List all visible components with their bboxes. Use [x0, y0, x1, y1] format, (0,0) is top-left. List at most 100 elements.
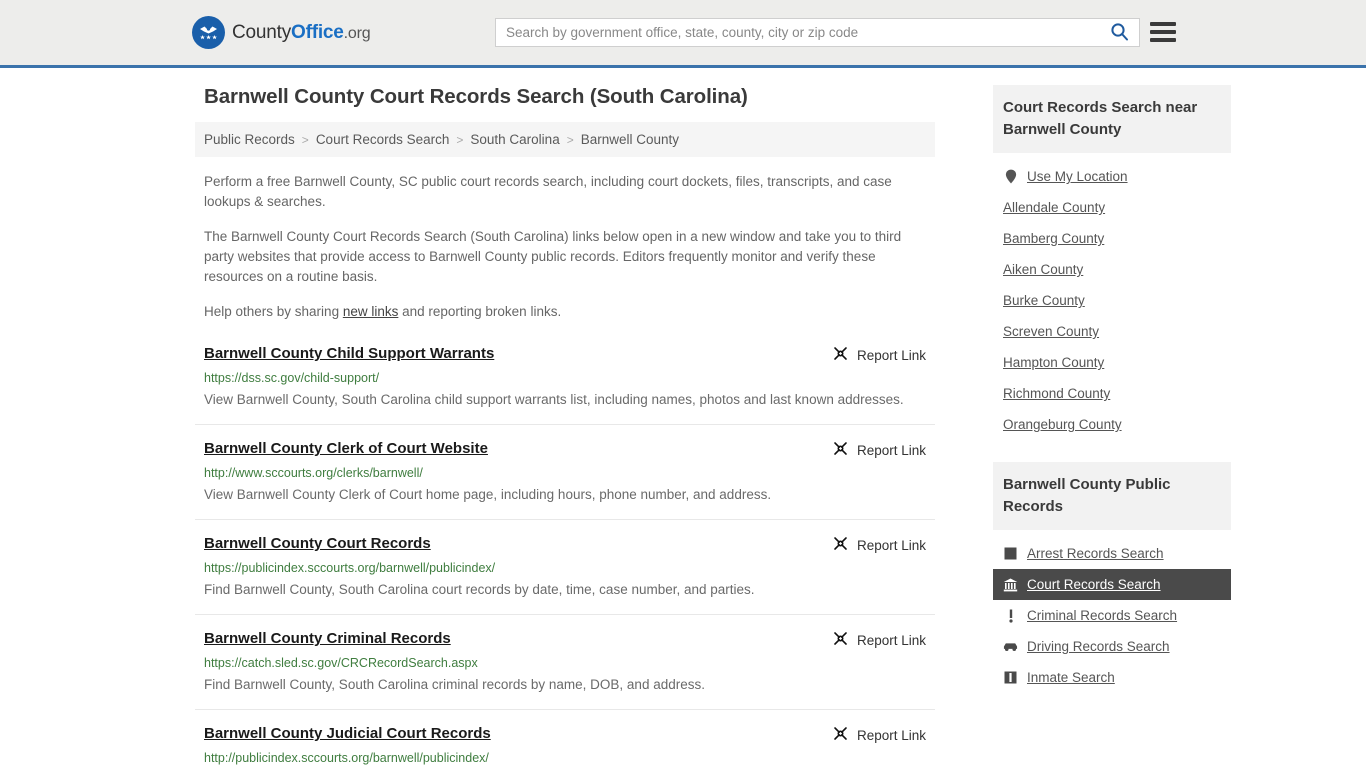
jail-icon — [1003, 670, 1018, 685]
result-description: View Barnwell County Clerk of Court home… — [204, 483, 926, 507]
report-link-button[interactable]: Report Link — [832, 534, 926, 555]
sidebar-item-label: Screven County — [1003, 324, 1099, 339]
result-description: Find Barnwell County, South Carolina cou… — [204, 578, 926, 602]
main-content: Barnwell County Court Records Search (So… — [195, 68, 935, 768]
eagle-stars-emblem-icon — [192, 16, 225, 49]
sidebar-item-criminal-records-search[interactable]: Criminal Records Search — [993, 600, 1231, 631]
logo-wordmark: CountyOffice.org — [232, 22, 370, 44]
courthouse-icon — [1003, 577, 1018, 592]
logo-text-county: County — [232, 22, 291, 43]
logo-text-org: .org — [344, 25, 371, 42]
result-title-link[interactable]: Barnwell County Clerk of Court Website — [204, 439, 488, 459]
result-header: Barnwell County Judicial Court Records R… — [204, 724, 926, 745]
search-bar[interactable] — [495, 18, 1140, 47]
sidebar-item-label: Driving Records Search — [1027, 639, 1170, 654]
sidebar-item-use-my-location[interactable]: Use My Location — [993, 161, 1231, 192]
public-records-links: Arrest Records Search Court Recor — [993, 530, 1231, 693]
results-list: Barnwell County Child Support Warrants R… — [195, 344, 935, 768]
result-item: Barnwell County Clerk of Court Website R… — [195, 439, 935, 520]
sidebar-item-driving-records-search[interactable]: Driving Records Search — [993, 631, 1231, 662]
sidebar-item-label: Bamberg County — [1003, 231, 1104, 246]
sidebar-item-bamberg-county[interactable]: Bamberg County — [993, 223, 1231, 254]
sidebar-item-inmate-search[interactable]: Inmate Search — [993, 662, 1231, 693]
report-link-label: Report Link — [857, 443, 926, 458]
sidebar-item-screven-county[interactable]: Screven County — [993, 316, 1231, 347]
breadcrumb-item-court-records-search[interactable]: Court Records Search — [316, 132, 450, 147]
sidebar-item-label: Inmate Search — [1027, 670, 1115, 685]
site-logo[interactable]: CountyOffice.org — [192, 16, 370, 49]
result-url: https://dss.sc.gov/child-support/ — [204, 369, 926, 387]
breadcrumb: Public Records > Court Records Search > … — [195, 122, 935, 157]
breadcrumb-separator: > — [456, 133, 463, 147]
nearby-search-heading: Court Records Search near Barnwell Count… — [993, 85, 1231, 153]
sidebar-item-label: Criminal Records Search — [1027, 608, 1177, 623]
report-link-button[interactable]: Report Link — [832, 344, 926, 365]
map-pin-icon — [1003, 169, 1018, 184]
result-url: https://publicindex.sccourts.org/barnwel… — [204, 559, 926, 577]
result-title-link[interactable]: Barnwell County Child Support Warrants — [204, 344, 494, 364]
sidebar-item-label: Arrest Records Search — [1027, 546, 1164, 561]
sidebar-item-hampton-county[interactable]: Hampton County — [993, 347, 1231, 378]
report-link-button[interactable]: Report Link — [832, 629, 926, 650]
result-title-link[interactable]: Barnwell County Criminal Records — [204, 629, 451, 649]
search-input[interactable] — [496, 19, 1099, 46]
nearby-search-card: Court Records Search near Barnwell Count… — [993, 85, 1231, 440]
breadcrumb-item-barnwell-county[interactable]: Barnwell County — [581, 132, 679, 147]
sidebar-item-allendale-county[interactable]: Allendale County — [993, 192, 1231, 223]
report-link-label: Report Link — [857, 728, 926, 743]
report-link-button[interactable]: Report Link — [832, 724, 926, 745]
exclamation-icon — [1003, 608, 1018, 623]
broken-chain-icon — [832, 630, 849, 650]
breadcrumb-separator: > — [302, 133, 309, 147]
hamburger-menu-icon[interactable] — [1150, 20, 1176, 44]
result-url: http://publicindex.sccourts.org/barnwell… — [204, 749, 926, 767]
sidebar-item-arrest-records-search[interactable]: Arrest Records Search — [993, 538, 1231, 569]
intro-p3-before: Help others by sharing — [204, 304, 343, 319]
report-link-label: Report Link — [857, 538, 926, 553]
breadcrumb-item-south-carolina[interactable]: South Carolina — [470, 132, 559, 147]
result-url: https://catch.sled.sc.gov/CRCRecordSearc… — [204, 654, 926, 672]
intro-paragraph-1: Perform a free Barnwell County, SC publi… — [204, 172, 926, 212]
site-header: CountyOffice.org — [0, 0, 1366, 68]
result-item: Barnwell County Child Support Warrants R… — [195, 344, 935, 425]
page-title: Barnwell County Court Records Search (So… — [204, 85, 935, 109]
sidebar-item-burke-county[interactable]: Burke County — [993, 285, 1231, 316]
search-button[interactable] — [1099, 19, 1139, 46]
new-links-link[interactable]: new links — [343, 304, 399, 319]
intro-paragraph-3: Help others by sharing new links and rep… — [204, 302, 926, 322]
nearby-search-links: Use My Location Allendale County Bamberg… — [993, 153, 1231, 440]
sidebar-item-orangeburg-county[interactable]: Orangeburg County — [993, 409, 1231, 440]
result-header: Barnwell County Clerk of Court Website R… — [204, 439, 926, 460]
sidebar-item-label: Burke County — [1003, 293, 1085, 308]
result-description: View Barnwell County, South Carolina chi… — [204, 388, 926, 412]
sidebar-item-label: Richmond County — [1003, 386, 1110, 401]
sidebar: Court Records Search near Barnwell Count… — [993, 68, 1231, 768]
report-link-label: Report Link — [857, 633, 926, 648]
result-title-link[interactable]: Barnwell County Court Records — [204, 534, 431, 554]
sidebar-item-label: Court Records Search — [1027, 577, 1161, 592]
result-title-link[interactable]: Barnwell County Judicial Court Records — [204, 724, 491, 744]
sidebar-item-richmond-county[interactable]: Richmond County — [993, 378, 1231, 409]
breadcrumb-separator: > — [567, 133, 574, 147]
result-description: Find Barnwell County, South Carolina cri… — [204, 673, 926, 697]
broken-chain-icon — [832, 535, 849, 555]
page-body: Barnwell County Court Records Search (So… — [0, 68, 1366, 768]
sidebar-item-court-records-search[interactable]: Court Records Search — [993, 569, 1231, 600]
sidebar-item-aiken-county[interactable]: Aiken County — [993, 254, 1231, 285]
breadcrumb-item-public-records[interactable]: Public Records — [204, 132, 295, 147]
result-item: Barnwell County Judicial Court Records R… — [195, 724, 935, 768]
report-link-button[interactable]: Report Link — [832, 439, 926, 460]
fingerprint-icon — [1003, 546, 1018, 561]
broken-chain-icon — [832, 440, 849, 460]
sidebar-item-label: Allendale County — [1003, 200, 1105, 215]
result-item: Barnwell County Court Records Report Lin… — [195, 534, 935, 615]
sidebar-item-label: Orangeburg County — [1003, 417, 1122, 432]
search-icon — [1110, 22, 1129, 44]
broken-chain-icon — [832, 725, 849, 745]
sidebar-item-label: Hampton County — [1003, 355, 1104, 370]
result-header: Barnwell County Court Records Report Lin… — [204, 534, 926, 555]
intro-p3-after: and reporting broken links. — [398, 304, 561, 319]
public-records-card: Barnwell County Public Records Arrest Re… — [993, 462, 1231, 693]
intro-paragraph-2: The Barnwell County Court Records Search… — [204, 227, 926, 287]
result-header: Barnwell County Child Support Warrants R… — [204, 344, 926, 365]
